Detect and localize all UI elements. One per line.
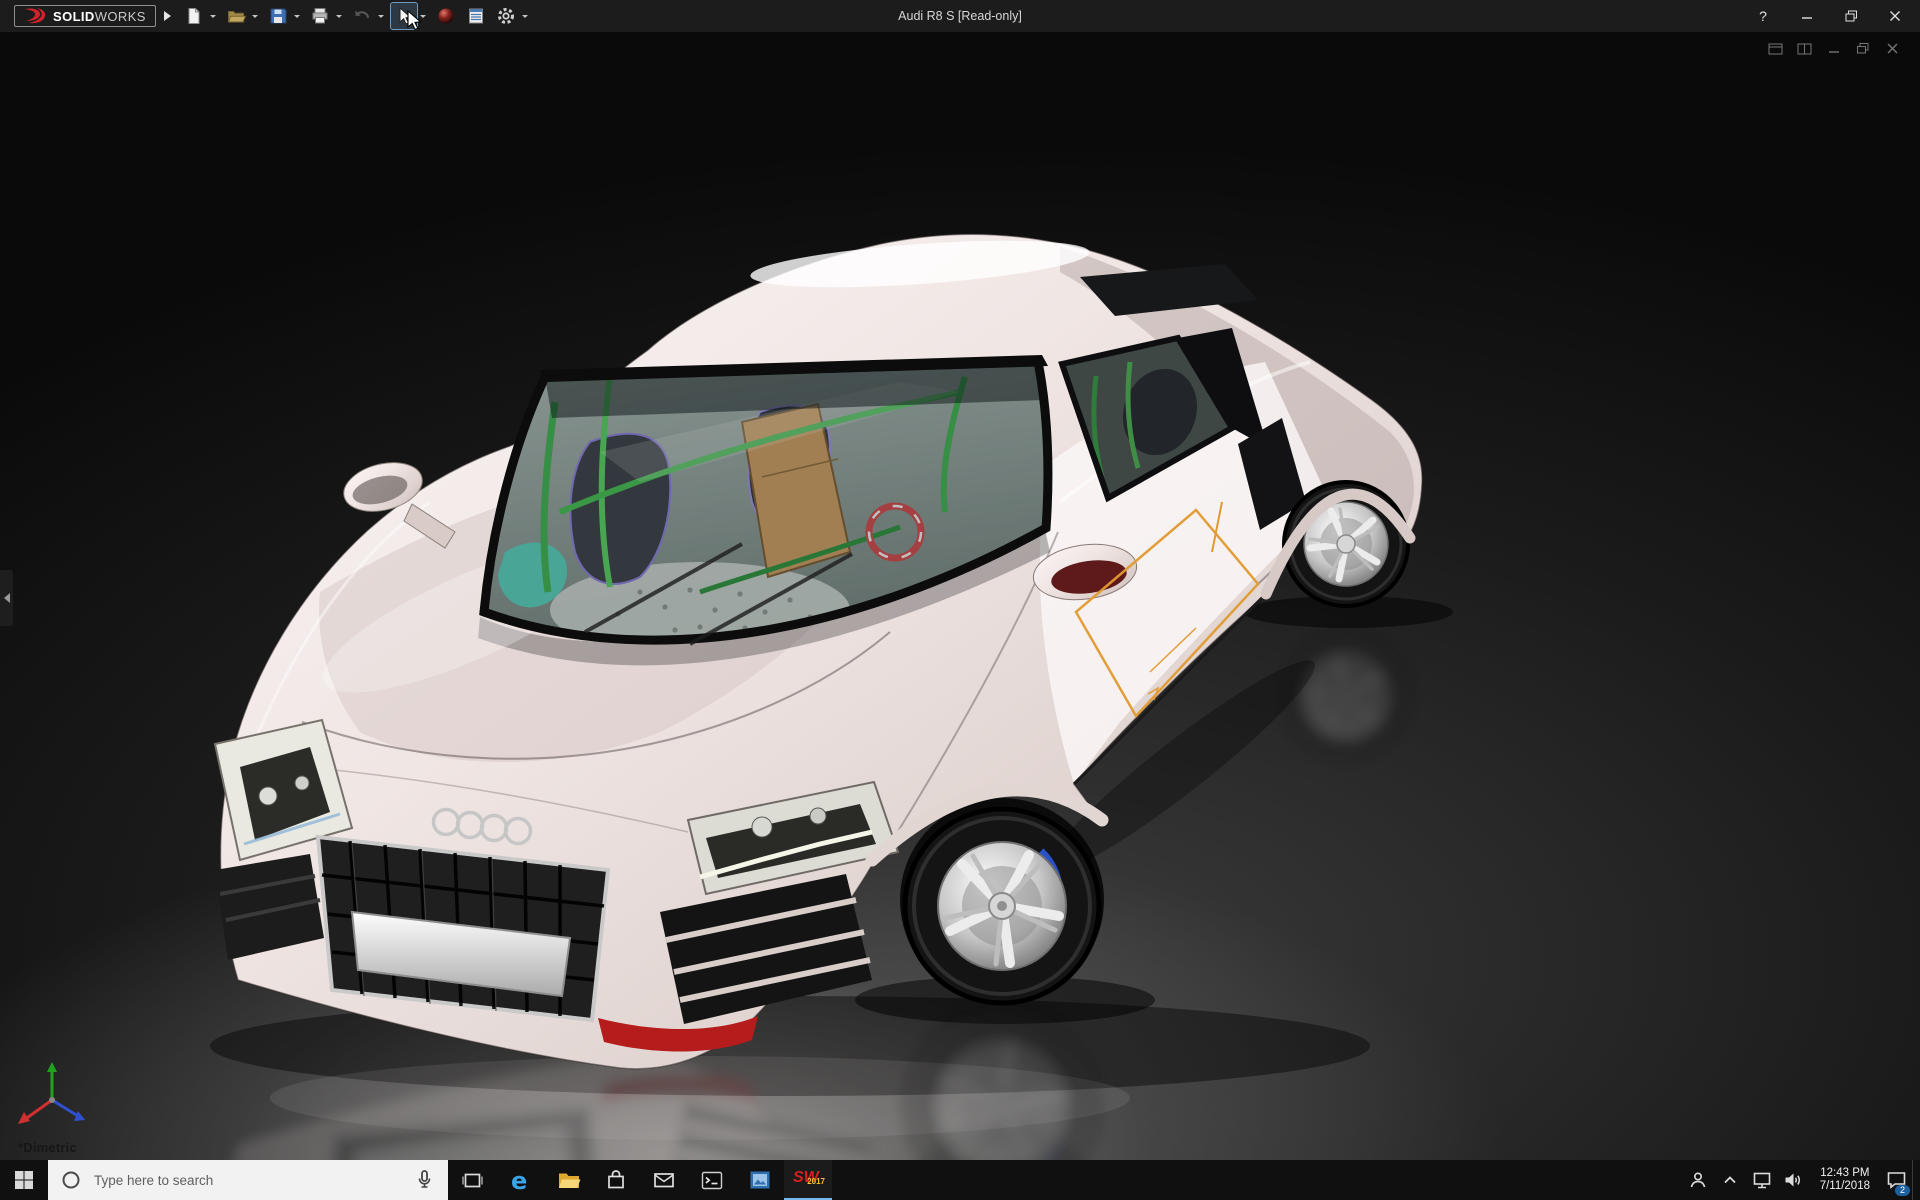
- restore-button[interactable]: [1842, 6, 1860, 26]
- options-gear-icon: [497, 8, 514, 24]
- store-button[interactable]: [592, 1160, 640, 1200]
- start-button[interactable]: [0, 1160, 48, 1200]
- graphics-area[interactable]: *Dimetric: [0, 32, 1920, 1160]
- doc-pane-icon: [1797, 43, 1812, 54]
- orientation-triad: [18, 1062, 85, 1124]
- doc-window-icon-1[interactable]: [1766, 40, 1786, 57]
- edge-icon: e: [511, 1167, 527, 1193]
- solidworks-logo[interactable]: SOLIDWORKS: [14, 5, 156, 27]
- titlebar: SOLIDWORKS Audi R8 S [Read-only] ?: [0, 0, 1920, 32]
- ethernet-icon: [1753, 1172, 1770, 1189]
- mail-icon: [654, 1173, 674, 1188]
- document-window-controls: [1766, 40, 1902, 57]
- model-render-audi-r8: [210, 32, 1453, 1160]
- store-icon: [608, 1170, 624, 1189]
- save-dropdown[interactable]: [291, 3, 303, 29]
- main-toolbar: [181, 2, 531, 30]
- window-title: Audi R8 S [Read-only]: [898, 9, 1022, 23]
- doc-window-icon-2[interactable]: [1795, 40, 1815, 57]
- open-button[interactable]: [223, 3, 249, 29]
- view-orientation-label: *Dimetric: [18, 1140, 77, 1155]
- undo-button[interactable]: [349, 3, 375, 29]
- doc-minimize-button[interactable]: [1824, 40, 1844, 57]
- dassault-systemes-ds-icon: [25, 8, 46, 24]
- notification-badge: 2: [1895, 1185, 1910, 1196]
- photos-app-icon: [750, 1171, 770, 1189]
- tray-time: 12:43 PM: [1820, 1166, 1870, 1179]
- hidden-icons-button[interactable]: [1714, 1160, 1746, 1200]
- network-button[interactable]: [1746, 1160, 1778, 1200]
- report-icon: [468, 8, 483, 24]
- people-icon: [1690, 1172, 1705, 1188]
- system-tray: 12:43 PM 7/11/2018 2: [1682, 1160, 1920, 1200]
- window-controls: ?: [1754, 6, 1920, 26]
- solidworks-app-button[interactable]: SW 2017: [784, 1160, 832, 1200]
- print-button[interactable]: [307, 3, 333, 29]
- close-icon: [1890, 11, 1900, 21]
- save-icon: [270, 8, 287, 24]
- action-center-button[interactable]: 2: [1880, 1160, 1912, 1200]
- new-document-button[interactable]: [181, 3, 207, 29]
- open-dropdown[interactable]: [249, 3, 261, 29]
- undo-icon: [355, 10, 369, 19]
- undo-dropdown[interactable]: [375, 3, 387, 29]
- file-explorer-button[interactable]: [544, 1160, 592, 1200]
- doc-pane-icon: [1768, 43, 1783, 54]
- doc-restore-icon: [1857, 43, 1869, 54]
- open-icon: [227, 11, 246, 23]
- options-button[interactable]: [493, 3, 519, 29]
- start-icon: [15, 1171, 33, 1189]
- doc-close-icon: [1887, 43, 1897, 54]
- hidden-icons-chevron-icon: [1724, 1176, 1736, 1184]
- search-input[interactable]: [48, 1160, 448, 1200]
- doc-close-button[interactable]: [1882, 40, 1902, 57]
- options-dropdown[interactable]: [519, 3, 531, 29]
- mail-button[interactable]: [640, 1160, 688, 1200]
- people-button[interactable]: [1682, 1160, 1714, 1200]
- mouse-cursor: [407, 10, 422, 31]
- new-document-icon: [188, 8, 200, 24]
- terminal-app-button[interactable]: [688, 1160, 736, 1200]
- brand-text: SOLIDWORKS: [53, 8, 146, 24]
- report-button[interactable]: [463, 3, 489, 29]
- restore-icon: [1845, 10, 1857, 22]
- photos-app-button[interactable]: [736, 1160, 784, 1200]
- taskbar-search[interactable]: [48, 1160, 448, 1200]
- microphone-icon[interactable]: [413, 1168, 436, 1192]
- new-document-dropdown[interactable]: [207, 3, 219, 29]
- edge-button[interactable]: e: [496, 1160, 544, 1200]
- taskbar: e SW2017: [0, 1160, 1920, 1200]
- appearances-sphere-icon: [438, 8, 454, 24]
- task-view-button[interactable]: [448, 1160, 496, 1200]
- task-view-icon: [461, 1173, 483, 1187]
- taskbar-clock[interactable]: 12:43 PM 7/11/2018: [1810, 1160, 1880, 1200]
- volume-icon: [1785, 1173, 1801, 1187]
- terminal-app-icon: [701, 1171, 723, 1189]
- minimize-icon: [1802, 17, 1812, 19]
- show-desktop-button[interactable]: [1912, 1160, 1920, 1200]
- cortana-icon: [62, 1171, 80, 1189]
- file-explorer-icon: [558, 1173, 580, 1188]
- menu-expand-arrow[interactable]: [163, 11, 171, 21]
- print-icon: [312, 8, 328, 24]
- doc-minimize-icon: [1829, 50, 1839, 53]
- help-button[interactable]: ?: [1754, 6, 1772, 26]
- tray-date: 7/11/2018: [1819, 1180, 1870, 1192]
- close-button[interactable]: [1886, 6, 1904, 26]
- doc-restore-button[interactable]: [1853, 40, 1873, 57]
- print-dropdown[interactable]: [333, 3, 345, 29]
- volume-button[interactable]: [1778, 1160, 1810, 1200]
- save-button[interactable]: [265, 3, 291, 29]
- svg-text:e: e: [511, 1167, 527, 1193]
- solidworks-app-icon: SW 2017: [793, 1169, 825, 1186]
- minimize-button[interactable]: [1798, 6, 1816, 26]
- appearances-button[interactable]: [433, 3, 459, 29]
